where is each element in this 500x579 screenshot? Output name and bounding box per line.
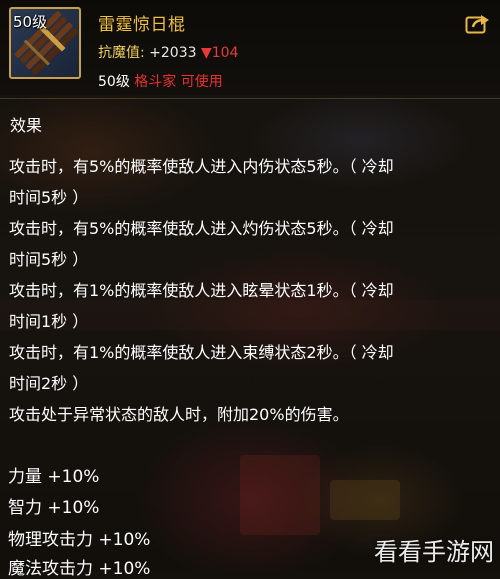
effect-line: 攻击处于异常状态的敌人时，附加20%的伤害。 bbox=[9, 405, 349, 424]
bonus-stat: 物理攻击力 +10% bbox=[8, 530, 151, 550]
effect-line: 攻击时，有5%的概率使敌人进入内伤状态5秒。（ 冷却 bbox=[9, 157, 394, 176]
share-button[interactable] bbox=[465, 12, 491, 34]
stat-delta: ▼104 bbox=[200, 45, 239, 61]
effects-title: 效果 bbox=[10, 116, 43, 135]
item-tooltip-header: 50级 雷霆惊日棍 抗魔值: +2033 ▼104 50级 格斗家 可使用 bbox=[0, 0, 500, 95]
bonus-stat: 力量 +10% bbox=[8, 467, 100, 487]
effect-line: 时间5秒 ） bbox=[9, 250, 89, 269]
stat-row: 抗魔值: +2033 ▼104 bbox=[98, 42, 238, 62]
site-watermark: 看看手游网 bbox=[374, 538, 494, 566]
effect-line: 时间2秒 ） bbox=[9, 374, 89, 393]
stat-label: 抗魔值: bbox=[98, 45, 145, 61]
item-level-badge: 50级 bbox=[13, 13, 48, 31]
bonus-stat: 智力 +10% bbox=[8, 498, 100, 518]
effect-line: 时间5秒 ） bbox=[9, 188, 89, 207]
effect-line: 攻击时，有1%的概率使敌人进入束缚状态2秒。（ 冷却 bbox=[9, 343, 394, 362]
effect-line: 攻击时，有5%的概率使敌人进入灼伤状态5秒。（ 冷却 bbox=[9, 219, 394, 238]
share-export-icon bbox=[465, 15, 489, 34]
required-level: 50级 bbox=[98, 74, 130, 90]
background-decor bbox=[240, 455, 320, 535]
item-name: 雷霆惊日棍 bbox=[98, 15, 186, 35]
item-icon-slot[interactable]: 50级 bbox=[9, 7, 81, 79]
stat-value: +2033 bbox=[149, 45, 197, 61]
required-class: 格斗家 可使用 bbox=[134, 74, 223, 90]
bonus-stat: 魔法攻击力 +10% bbox=[8, 559, 151, 579]
effect-line: 攻击时，有1%的概率使敌人进入眩晕状态1秒。（ 冷却 bbox=[9, 281, 394, 300]
effect-line: 时间1秒 ） bbox=[9, 312, 89, 331]
background-decor bbox=[330, 480, 400, 520]
header-divider bbox=[0, 98, 500, 99]
requirement-row: 50级 格斗家 可使用 bbox=[98, 71, 223, 91]
